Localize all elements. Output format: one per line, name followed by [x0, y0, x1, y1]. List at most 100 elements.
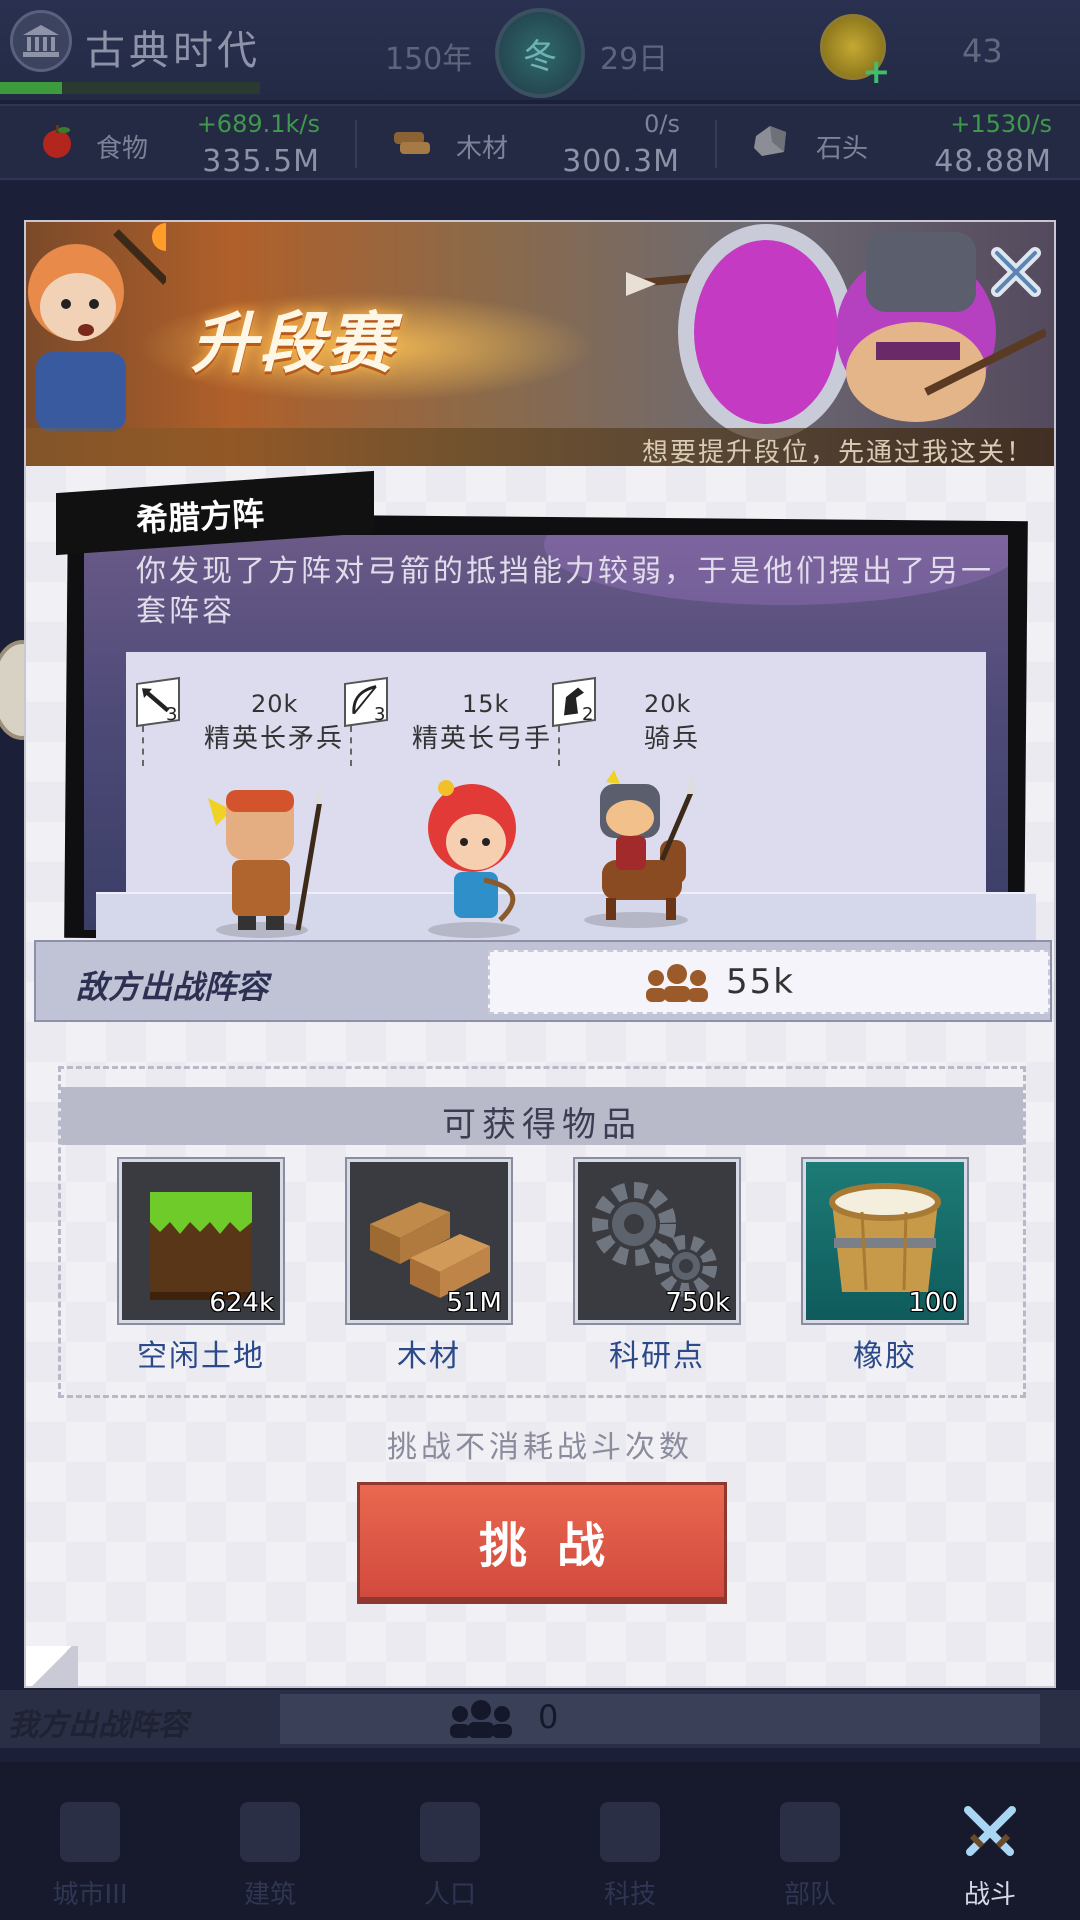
season-label: 冬 — [523, 36, 557, 77]
reward-name: 科研点 — [609, 1339, 705, 1374]
reward-name: 橡胶 — [853, 1339, 917, 1374]
nav-item-buildings[interactable]: 建筑 — [195, 1762, 345, 1920]
nav-label: 部队 — [783, 1880, 836, 1910]
unit-count: 20k — [251, 690, 299, 718]
own-troop-count: 0 — [538, 1698, 559, 1736]
troops-icon — [646, 964, 708, 1002]
nav-label: 建筑 — [243, 1880, 296, 1910]
era-progress-bar — [0, 82, 260, 94]
rewards-header: 可获得物品 — [61, 1087, 1023, 1145]
cavalry-icon — [584, 770, 696, 928]
enemy-lineup-bar: 敌方出战阵容 55k — [34, 940, 1052, 1022]
challenge-button[interactable]: 挑战 — [357, 1482, 727, 1600]
house-icon — [240, 1802, 300, 1862]
banner-title: 升段赛 — [191, 305, 395, 382]
resource-rate: 0/s — [644, 110, 680, 138]
nav-label: 人口 — [423, 1880, 476, 1910]
wood-icon — [394, 132, 430, 154]
banner-icon — [780, 1802, 840, 1862]
reward-item-box: 51M — [345, 1157, 513, 1325]
knight-with-shield-icon — [626, 224, 1046, 440]
page-corner-fold — [26, 1646, 78, 1686]
add-coin-icon[interactable]: + — [862, 52, 891, 92]
reward-quantity: 624k — [209, 1288, 274, 1318]
divider — [355, 120, 357, 168]
archer-icon — [428, 780, 520, 938]
nav-item-population[interactable]: 人口 — [375, 1762, 525, 1920]
book-icon — [600, 1802, 660, 1862]
resource-amount: 335.5M — [202, 144, 320, 179]
divider — [715, 120, 717, 168]
rewards-panel: 可获得物品 624k 空闲土地 51M 木材 750k 科研点 100 橡胶 — [58, 1066, 1026, 1398]
temple-icon — [23, 25, 59, 57]
enemy-lineup-label: 敌方出战阵容 — [76, 968, 269, 1006]
top-bar: 古典时代 150年 冬 29日 + 43 — [0, 0, 1080, 100]
own-lineup-bar: 我方出战阵容 0 — [0, 1690, 1080, 1748]
person-icon — [420, 1802, 480, 1862]
stone-icon — [754, 126, 786, 156]
nav-label: 科技 — [603, 1880, 656, 1910]
crossed-swords-icon — [964, 1806, 1016, 1856]
resource-food[interactable]: 食物 +689.1k/s 335.5M — [0, 106, 360, 182]
unit-level: 3 — [166, 704, 178, 725]
reward-item-box: 624k — [117, 1157, 285, 1325]
flag-pole — [142, 726, 144, 766]
nav-item-tech[interactable]: 科技 — [555, 1762, 705, 1920]
era-icon[interactable] — [10, 10, 72, 72]
unit-level: 3 — [374, 704, 386, 725]
resource-rate: +1530/s — [950, 110, 1052, 138]
reward-quantity: 100 — [908, 1288, 958, 1318]
reward-quantity: 51M — [446, 1288, 502, 1318]
banner: 升段赛 想要提升段位，先通过我这关！ — [26, 222, 1054, 466]
nav-item-battle[interactable]: 战斗 — [915, 1762, 1065, 1920]
castle-icon — [60, 1802, 120, 1862]
reward-name: 空闲土地 — [137, 1339, 265, 1374]
resource-name: 木材 — [456, 134, 509, 164]
close-icon — [991, 247, 1041, 297]
resource-wood[interactable]: 木材 0/s 300.3M — [360, 106, 720, 182]
day-label: 29日 — [600, 42, 669, 77]
reward-item-box: 750k — [573, 1157, 741, 1325]
enemy-count-box: 55k — [488, 950, 1050, 1014]
nav-item-city[interactable]: 城市III — [15, 1762, 165, 1920]
banner-subtitle: 想要提升段位，先通过我这关！ — [641, 438, 1034, 466]
nav-label: 城市III — [52, 1880, 128, 1910]
challenge-label: 挑战 — [478, 1518, 635, 1574]
unit-name: 骑兵 — [644, 724, 701, 754]
close-button[interactable] — [986, 242, 1046, 302]
era-title: 古典时代 — [85, 28, 261, 74]
resource-amount: 48.88M — [934, 144, 1052, 179]
resource-bar: 食物 +689.1k/s 335.5M 木材 0/s 300.3M 石头 +15… — [0, 104, 1080, 180]
reward-item-box: 100 — [801, 1157, 969, 1325]
unit-count: 20k — [644, 690, 692, 718]
year-label: 150年 — [385, 42, 473, 77]
era-progress-fill — [0, 82, 63, 94]
resource-rate: +689.1k/s — [196, 110, 320, 138]
troops-icon — [450, 1700, 512, 1738]
rewards-title: 可获得物品 — [442, 1105, 642, 1145]
resource-name: 食物 — [96, 134, 149, 164]
reward-quantity: 750k — [665, 1288, 730, 1318]
coin-count: 43 — [962, 32, 1003, 70]
unit-level: 2 — [582, 704, 594, 725]
flag-pole — [350, 726, 352, 766]
no-cost-notice: 挑战不消耗战斗次数 — [387, 1430, 693, 1465]
stage-description: 你发现了方阵对弓箭的抵挡能力较弱，于是他们摆出了另一套阵容 — [136, 554, 994, 629]
unit-name: 精英长矛兵 — [204, 724, 345, 754]
flag-pole — [558, 726, 560, 766]
own-count-box[interactable] — [280, 1694, 1040, 1744]
own-lineup-label: 我方出战阵容 — [8, 1708, 188, 1743]
bottom-nav: 城市III 建筑 人口 科技 部队 战斗 — [0, 1762, 1080, 1920]
resource-stone[interactable]: 石头 +1530/s 48.88M — [720, 106, 1080, 182]
stage-name: 希腊方阵 — [135, 494, 266, 540]
nav-label: 战斗 — [963, 1880, 1016, 1910]
resource-amount: 300.3M — [562, 144, 680, 179]
reward-name: 木材 — [397, 1339, 461, 1374]
unit-count: 15k — [462, 690, 510, 718]
enemy-troop-count: 55k — [726, 962, 795, 1002]
season-badge[interactable]: 冬 — [495, 8, 585, 98]
apple-icon — [43, 125, 71, 158]
unit-name: 精英长弓手 — [412, 724, 553, 754]
promotion-match-modal: 升段赛 想要提升段位，先通过我这关！ 希腊方阵 你发现了方阵对弓箭的抵挡能力较弱… — [24, 220, 1056, 1688]
nav-item-troops[interactable]: 部队 — [735, 1762, 885, 1920]
